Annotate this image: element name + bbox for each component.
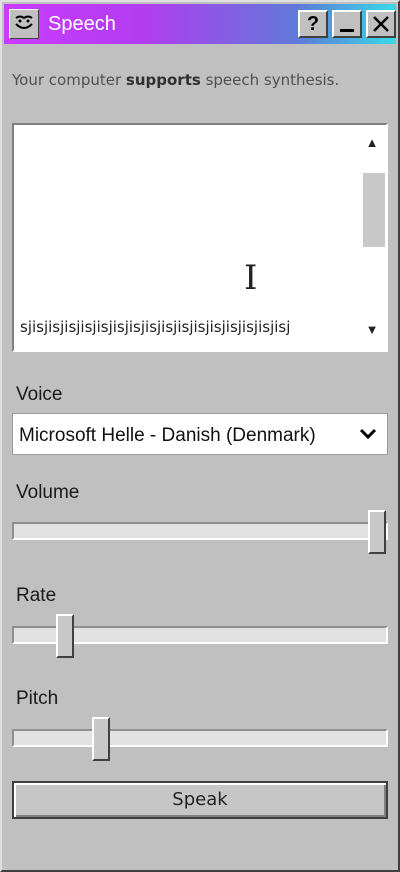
minimize-icon xyxy=(340,29,354,32)
volume-slider[interactable] xyxy=(12,510,388,554)
rate-slider-thumb[interactable] xyxy=(56,614,74,658)
speech-window: Speech ? Your computer supports speech s… xyxy=(0,0,400,872)
rate-label: Rate xyxy=(16,585,57,606)
voice-select[interactable]: Microsoft Helle - Danish (Denmark) xyxy=(12,413,388,455)
volume-slider-thumb[interactable] xyxy=(368,510,386,554)
support-suffix: speech synthesis. xyxy=(200,71,340,89)
help-button[interactable]: ? xyxy=(298,10,328,38)
speech-support-message: Your computer supports speech synthesis. xyxy=(12,70,362,90)
close-icon xyxy=(373,16,389,32)
close-button[interactable] xyxy=(366,10,396,38)
minimize-button[interactable] xyxy=(332,10,362,38)
text-area-scrollbar[interactable]: ▲ ▼ xyxy=(360,127,385,348)
speech-text-value: sjisjisjisjisjisjisjisjisjisjisjisjisjis… xyxy=(20,318,291,336)
scrollbar-thumb[interactable] xyxy=(363,173,385,247)
pitch-label: Pitch xyxy=(16,688,59,709)
support-emphasis: supports xyxy=(125,71,201,89)
speech-text-area[interactable]: sjisjisjisjisjisjisjisjisjisjisjisjisjis… xyxy=(12,123,388,352)
help-icon: ? xyxy=(306,13,320,35)
pitch-slider[interactable] xyxy=(12,717,388,761)
scroll-up-arrow-icon[interactable]: ▲ xyxy=(360,129,384,157)
pitch-slider-thumb[interactable] xyxy=(92,717,110,761)
voice-label: Voice xyxy=(16,384,63,405)
window-title: Speech xyxy=(48,13,116,35)
speech-app-icon xyxy=(9,9,39,39)
voice-selected-value: Microsoft Helle - Danish (Denmark) xyxy=(19,425,316,446)
volume-label: Volume xyxy=(16,482,80,503)
title-bar[interactable]: Speech ? xyxy=(4,4,396,44)
scroll-down-arrow-icon[interactable]: ▼ xyxy=(360,316,384,344)
support-prefix: Your computer xyxy=(12,71,126,89)
chevron-down-icon xyxy=(359,428,377,440)
text-cursor-icon: I xyxy=(244,258,258,298)
speak-button[interactable]: Speak xyxy=(12,781,388,819)
rate-slider[interactable] xyxy=(12,614,388,658)
